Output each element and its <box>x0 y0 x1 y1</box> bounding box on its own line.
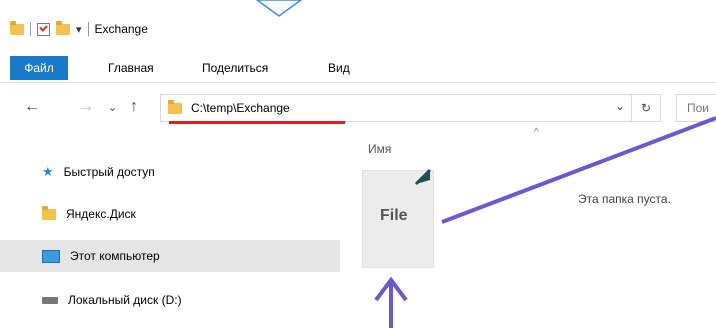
annotation-arrow-diagonal <box>441 116 716 224</box>
annotation-arrows <box>374 116 716 328</box>
